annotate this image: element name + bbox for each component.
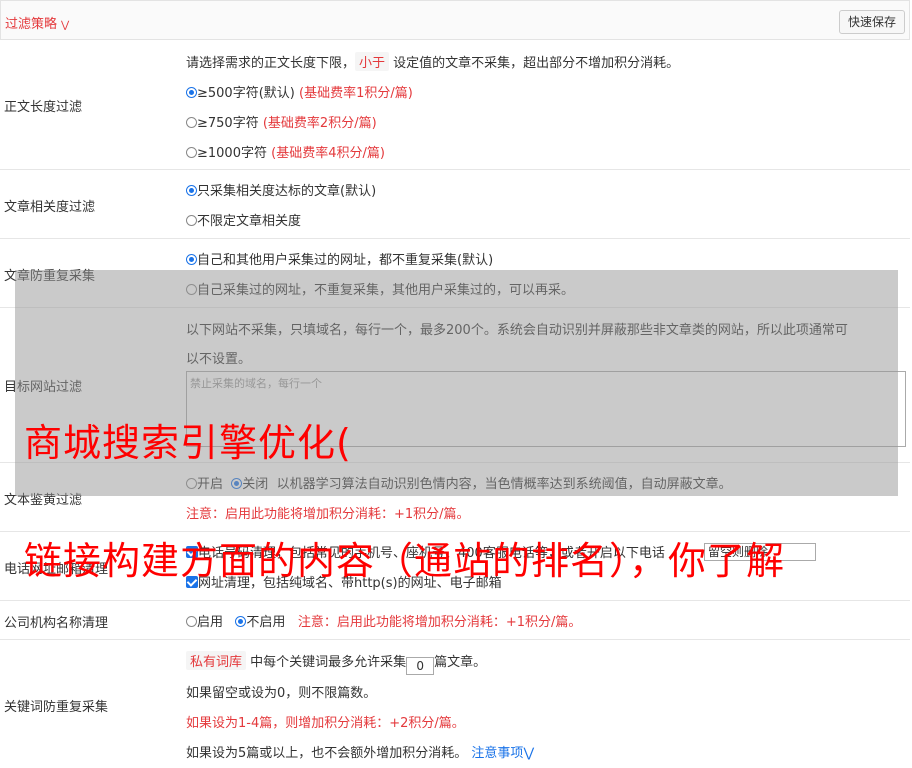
quick-save-button[interactable]: 快速保存 (838, 10, 905, 34)
radio-button[interactable] (186, 147, 197, 158)
keyword-note-unlimited: 如果留空或设为0，则不限篇数。 (186, 686, 377, 701)
length-filter-row: 正文长度过滤 请选择需求的正文长度下限， 小于 设定值的文章不采集，超出部分不增加… (0, 40, 910, 170)
radio-button[interactable] (186, 117, 197, 128)
radio-button[interactable] (186, 215, 197, 226)
radio-button[interactable] (186, 185, 197, 196)
keyword-dedupe-label: 关键词防重复采集 (4, 700, 109, 715)
company-clean-options: 启用 不启用 注意：启用此功能将增加积分消耗：+1积分/篇。 (186, 611, 581, 630)
keyword-note-free: 如果设为5篇或以上，也不会额外增加积分消耗。 注意事项⋁ (186, 746, 535, 761)
less-than-tag: 小于 (355, 52, 390, 71)
radio-button[interactable] (186, 87, 197, 98)
company-clean-row: 公司机构名称清理 启用 不启用 注意：启用此功能将增加积分消耗：+1积分/篇。 (0, 601, 910, 640)
keyword-dedupe-row: 关键词防重复采集 私有词库 中每个关键词最多允许采集 0 篇文章。 如果留空或设为0… (0, 640, 910, 768)
relevance-option-required[interactable]: 只采集相关度达标的文章(默认) (186, 180, 376, 199)
chevron-down-icon: ⋁ (523, 746, 535, 761)
keyword-limit-line: 私有词库 中每个关键词最多允许采集 0 篇文章。 (186, 651, 486, 675)
section-title[interactable]: 过滤策略 ⋁ (5, 13, 69, 32)
relevance-filter-label: 文章相关度过滤 (4, 200, 96, 215)
chevron-down-icon: ⋁ (61, 20, 70, 31)
length-filter-desc: 请选择需求的正文长度下限， 小于 设定值的文章不采集，超出部分不增加积分消耗。 (186, 52, 679, 71)
length-option-1000[interactable]: ≥1000字符 (基础费率4积分/篇) (186, 142, 385, 161)
length-filter-label: 正文长度过滤 (4, 100, 83, 115)
radio-button[interactable] (186, 254, 197, 265)
keyword-limit-input[interactable]: 0 (406, 657, 435, 675)
dedupe-option-all[interactable]: 自己和其他用户采集过的网址，都不重复采集(默认) (186, 249, 493, 268)
porn-filter-note: 注意：启用此功能将增加积分消耗：+1积分/篇。 (186, 507, 470, 522)
watermark-line-2: 链接构建方面的内容（通站的排名），你了解 (24, 539, 786, 583)
filter-header: 过滤策略 ⋁ 快速保存 (0, 0, 910, 40)
watermark-line-1: 商城搜索引擎优化( (24, 421, 352, 465)
relevance-filter-row: 文章相关度过滤 只采集相关度达标的文章(默认) 不限定文章相关度 (0, 170, 910, 239)
private-lexicon-tag[interactable]: 私有词库 (186, 651, 247, 670)
company-option-off[interactable]: 不启用 (235, 615, 285, 630)
company-option-on[interactable]: 启用 (186, 615, 223, 630)
company-clean-label: 公司机构名称清理 (4, 616, 109, 631)
length-option-750[interactable]: ≥750字符 (基础费率2积分/篇) (186, 112, 377, 131)
keyword-note-cost: 如果设为1-4篇，则增加积分消耗：+2积分/篇。 (186, 716, 465, 731)
radio-button[interactable] (186, 616, 197, 627)
length-option-500[interactable]: ≥500字符(默认) (基础费率1积分/篇) (186, 82, 413, 101)
notes-link[interactable]: 注意事项⋁ (471, 746, 534, 761)
relevance-option-any[interactable]: 不限定文章相关度 (186, 210, 301, 229)
radio-button[interactable] (235, 616, 247, 627)
